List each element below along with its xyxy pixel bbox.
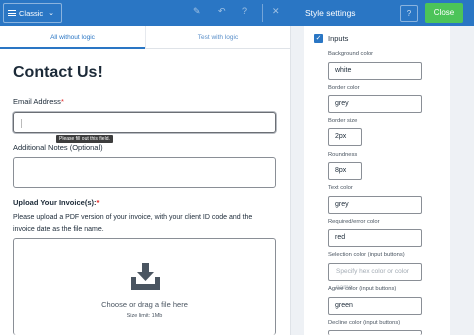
border-color-input[interactable]: grey [328,95,422,113]
notes-field[interactable] [13,157,276,188]
preview-tabs: All without logic Test with logic [0,26,290,49]
selection-color-input[interactable]: Specify hex color or color name [328,263,422,291]
inputs-section-label: Inputs [328,34,349,43]
required-mark: * [96,198,100,207]
agree-color-label: Agree color (input buttons) [328,286,397,292]
border-color-label: Border color [328,85,360,91]
file-upload-dropzone[interactable]: Choose or drag a file here Size limit: 1… [13,238,276,335]
upload-description: Please upload a PDF version of your invo… [13,214,253,233]
agree-color-input[interactable]: green [328,297,422,315]
text-color-input[interactable]: grey [328,196,422,214]
style-settings-title: Style settings [305,8,356,18]
mode-label: Classic [19,8,44,18]
chevron-down-icon: ⌄ [48,10,55,17]
email-label: Email Address* [13,97,64,106]
panel-scrollbar[interactable] [450,26,474,335]
upload-size-limit: Size limit: 1Mb [126,313,163,319]
selection-color-label: Selection color (input buttons) [328,252,405,258]
text-cursor [21,119,22,128]
border-size-label: Border size [328,118,358,124]
background-color-label: Background color [328,51,374,57]
undo-icon[interactable]: ↶ [218,6,226,17]
required-error-color-input[interactable]: red [328,229,422,247]
tab-test-with-logic[interactable]: Test with logic [145,26,290,49]
border-size-input[interactable]: 2px [328,128,362,146]
text-color-label: Text color [328,185,353,191]
brush-icon[interactable]: ✎ [193,6,201,17]
help-button[interactable]: ? [400,5,418,22]
validation-tooltip: Please fill out this field. [56,135,113,143]
decline-color-input[interactable] [328,330,422,335]
upload-prompt: Choose or drag a file here [101,300,188,309]
form-title: Contact Us! [13,64,103,81]
tab-all-without-logic[interactable]: All without logic [0,26,145,49]
inputs-section-toggle[interactable]: ✓ Inputs [314,34,348,43]
menu-icon [8,10,16,16]
download-tray-icon [131,263,160,290]
background-color-input[interactable]: white [328,62,422,80]
roundness-label: Roundness [328,152,358,158]
decline-color-label: Decline color (input buttons) [328,320,401,326]
top-bar: Classic ⌄ ✎ ↶ ? ✕ Style settings ? Close [0,0,474,26]
toolbar-divider [262,4,263,22]
mode-dropdown[interactable]: Classic ⌄ [3,3,62,23]
close-icon[interactable]: ✕ [272,6,280,17]
upload-label: Upload Your Invoice(s):* [13,198,99,207]
panel-divider [290,26,304,335]
upload-label-text: Upload Your Invoice(s): [13,198,97,207]
help-circle-icon[interactable]: ? [242,6,247,16]
notes-label: Additional Notes (Optional) [13,143,103,152]
checkbox-checked-icon[interactable]: ✓ [314,34,323,43]
email-field[interactable] [13,112,276,133]
required-error-color-label: Required/error color [328,219,380,225]
email-label-text: Email Address [13,97,61,106]
close-button[interactable]: Close [425,3,463,23]
roundness-input[interactable]: 8px [328,162,362,180]
required-mark: * [60,97,64,106]
